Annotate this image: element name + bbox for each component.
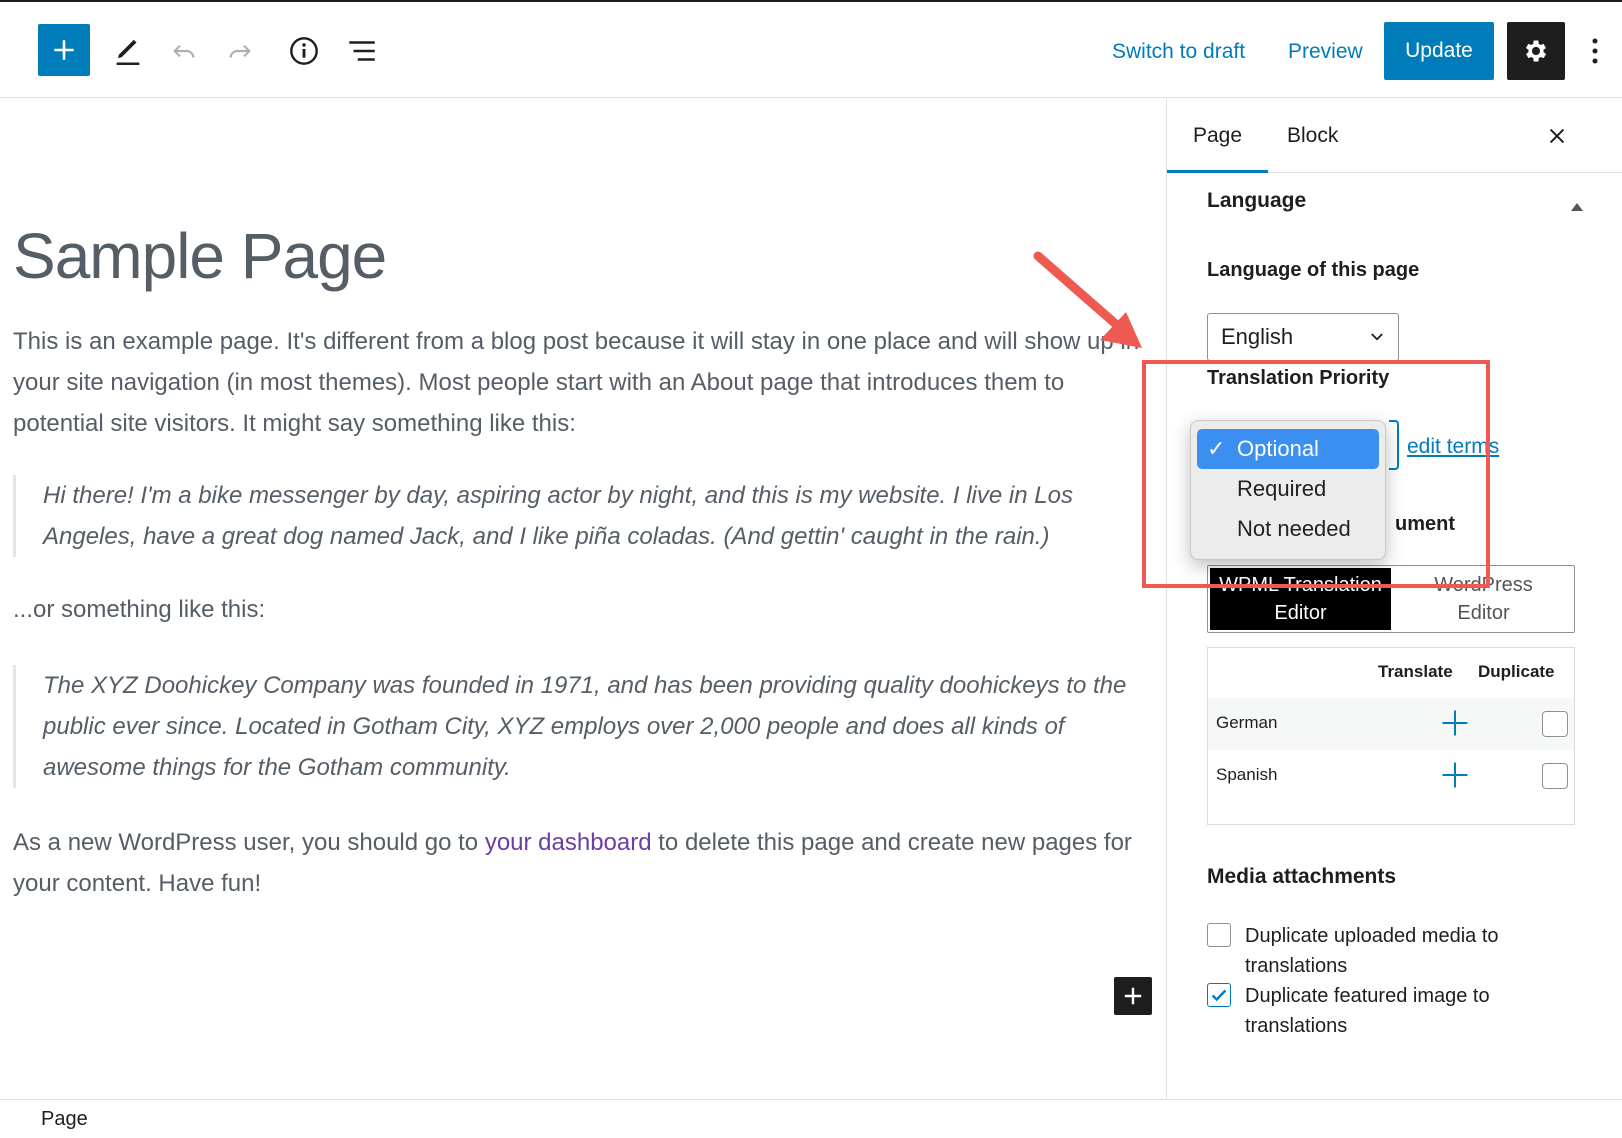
table-row: Spanish bbox=[1208, 750, 1574, 802]
language-select[interactable]: English bbox=[1207, 313, 1399, 361]
language-name: German bbox=[1216, 713, 1278, 732]
vertical-ellipsis-icon bbox=[1592, 38, 1598, 64]
inline-add-block-button[interactable] bbox=[1114, 977, 1152, 1015]
annotation-arrow-icon bbox=[1033, 251, 1142, 348]
dashboard-link[interactable]: your dashboard bbox=[485, 829, 652, 856]
paragraph-outro[interactable]: As a new WordPress user, you should go t… bbox=[13, 822, 1143, 904]
close-icon bbox=[1549, 128, 1565, 144]
pencil-icon bbox=[116, 39, 140, 66]
paragraph-intro[interactable]: This is an example page. It's different … bbox=[13, 321, 1143, 444]
editor-toolbar: Switch to draft Preview Update bbox=[0, 0, 1622, 98]
details-button[interactable] bbox=[282, 29, 326, 73]
wp-option-line2: Editor bbox=[1457, 602, 1510, 624]
redo-button[interactable] bbox=[218, 29, 262, 73]
page-title[interactable]: Sample Page bbox=[13, 219, 387, 293]
sidebar-tabs: Page Block bbox=[1167, 99, 1622, 173]
media-attachments-title: Media attachments bbox=[1207, 865, 1397, 888]
language-name: Spanish bbox=[1216, 765, 1278, 784]
language-panel-title[interactable]: Language bbox=[1207, 189, 1306, 213]
undo-icon bbox=[173, 44, 195, 58]
add-translation-icon[interactable] bbox=[1440, 708, 1470, 738]
plus-icon bbox=[1124, 987, 1142, 1005]
duplicate-featured-label: Duplicate featured image to translations bbox=[1245, 985, 1490, 1037]
settings-button[interactable] bbox=[1507, 22, 1565, 80]
duplicate-featured-checkbox[interactable] bbox=[1207, 983, 1231, 1007]
breadcrumb-bar: Page bbox=[0, 1099, 1622, 1138]
paragraph-or[interactable]: ...or something like this: bbox=[13, 589, 1143, 630]
language-of-page-label: Language of this page bbox=[1207, 259, 1420, 281]
quote-block-2[interactable]: The XYZ Doohickey Company was founded in… bbox=[13, 665, 1153, 788]
gear-icon bbox=[1525, 40, 1547, 62]
annotation-highlight-box bbox=[1142, 360, 1490, 588]
more-options-button[interactable] bbox=[1580, 29, 1610, 73]
switch-to-draft-button[interactable]: Switch to draft bbox=[1112, 30, 1245, 74]
quote-block-1[interactable]: Hi there! I'm a bike messenger by day, a… bbox=[13, 475, 1153, 557]
editor-canvas: Sample Page This is an example page. It'… bbox=[0, 99, 1166, 1099]
checkmark-icon bbox=[1211, 989, 1227, 1002]
translation-languages-table: Translate Duplicate German Spanish bbox=[1207, 647, 1575, 825]
info-icon bbox=[290, 37, 318, 65]
breadcrumb-page[interactable]: Page bbox=[41, 1108, 88, 1131]
list-view-icon bbox=[349, 41, 375, 61]
duplicate-uploaded-media-option[interactable]: Duplicate uploaded media to translations bbox=[1207, 921, 1577, 981]
caret-up-icon[interactable] bbox=[1569, 199, 1585, 215]
duplicate-media-label: Duplicate uploaded media to translations bbox=[1245, 925, 1499, 977]
table-row: German bbox=[1208, 698, 1574, 750]
duplicate-media-checkbox[interactable] bbox=[1207, 923, 1231, 947]
add-block-button[interactable] bbox=[38, 24, 90, 76]
redo-icon bbox=[229, 44, 251, 58]
list-view-button[interactable] bbox=[340, 29, 384, 73]
tab-page[interactable]: Page bbox=[1167, 99, 1269, 173]
settings-sidebar: Page Block Language Language of this pag… bbox=[1166, 99, 1622, 1099]
preview-button[interactable]: Preview bbox=[1288, 30, 1363, 74]
add-translation-icon[interactable] bbox=[1440, 760, 1470, 790]
language-select-value: English bbox=[1221, 324, 1294, 349]
duplicate-checkbox[interactable] bbox=[1542, 711, 1568, 737]
chevron-down-icon bbox=[1371, 333, 1383, 341]
duplicate-column-header: Duplicate bbox=[1478, 662, 1555, 681]
translate-column-header: Translate bbox=[1378, 662, 1453, 681]
duplicate-featured-image-option[interactable]: Duplicate featured image to translations bbox=[1207, 981, 1577, 1041]
plus-icon bbox=[54, 40, 74, 60]
close-sidebar-button[interactable] bbox=[1537, 116, 1577, 156]
duplicate-checkbox[interactable] bbox=[1542, 763, 1568, 789]
wpml-option-line2: Editor bbox=[1274, 602, 1327, 624]
undo-button[interactable] bbox=[162, 29, 206, 73]
outro-text-before: As a new WordPress user, you should go t… bbox=[13, 829, 485, 856]
update-button[interactable]: Update bbox=[1384, 22, 1494, 80]
tools-button[interactable] bbox=[106, 29, 150, 73]
tab-block[interactable]: Block bbox=[1261, 99, 1364, 173]
